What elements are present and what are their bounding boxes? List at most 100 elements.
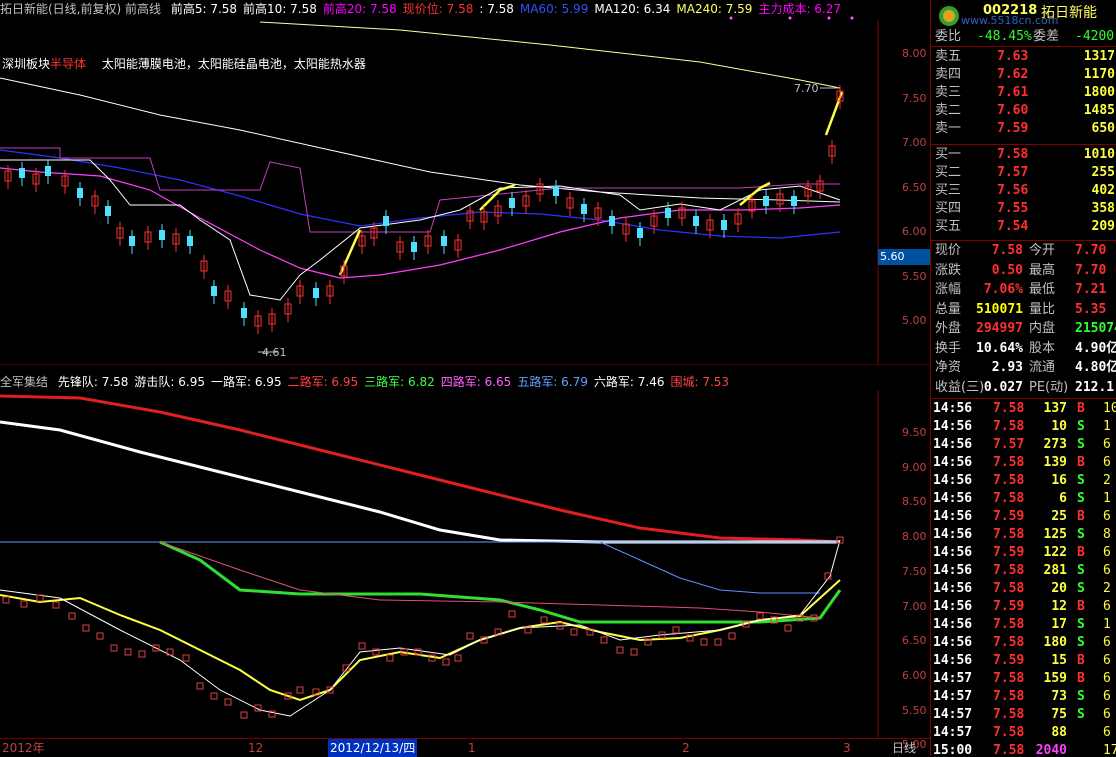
tick-count: 10: [1103, 401, 1116, 416]
tick-time: 14:56: [933, 509, 973, 524]
bid-price: 7.56: [997, 183, 1029, 198]
ask-price: 7.60: [997, 103, 1029, 118]
tick-row[interactable]: 14:56 7.58 137 B 10: [931, 400, 1116, 418]
tick-row[interactable]: 14:57 7.58 159 B 6: [931, 670, 1116, 688]
tick-count: 6: [1103, 653, 1111, 668]
tick-price: 7.58: [993, 671, 1025, 686]
tick-row[interactable]: 14:56 7.58 10 S 1: [931, 418, 1116, 436]
ask-label: 卖四: [935, 67, 962, 82]
quote-label: 换手: [935, 340, 962, 356]
tick-count: 6: [1103, 707, 1111, 722]
tick-volume: 273: [1043, 437, 1067, 452]
price-marker: [240, 711, 248, 719]
sub-chart-title: 全军集结: [0, 375, 49, 389]
tick-row[interactable]: 14:56 7.58 180 S 6: [931, 634, 1116, 652]
tick-time: 14:56: [933, 401, 973, 416]
quote-row: 收益(三) 0.027 PE(动) 212.1: [931, 379, 1116, 397]
candle-body: [313, 288, 319, 298]
army-value: 四路军: 6.65: [440, 375, 512, 389]
tick-volume: 75: [1051, 707, 1067, 722]
tick-row[interactable]: 14:56 7.57 273 S 6: [931, 436, 1116, 454]
quote-value: 510071: [976, 301, 1023, 317]
tick-side: B: [1077, 455, 1085, 470]
tick-volume: 20: [1051, 581, 1067, 596]
quote-value: 4.80亿: [1075, 360, 1116, 375]
quote-row: 总量 510071 量比 5.35: [931, 301, 1116, 319]
tick-count: 8: [1103, 527, 1111, 542]
tick-row[interactable]: 14:56 7.58 6 S 1: [931, 490, 1116, 508]
ask-row[interactable]: 卖四 7.62 1170: [931, 66, 1116, 84]
tick-volume: 16: [1051, 473, 1067, 488]
tick-price: 7.58: [993, 563, 1025, 578]
blue-thin-line: [599, 541, 820, 594]
tick-time: 14:57: [933, 671, 973, 686]
bid-volume: 358: [1091, 201, 1115, 216]
main-price-chart[interactable]: 7.70 4.61: [0, 0, 930, 365]
quote-row: 净资 2.93 流通 4.80亿: [931, 359, 1116, 377]
ask-volume: 1485: [1083, 103, 1115, 118]
bid-row[interactable]: 买五 7.54 209: [931, 218, 1116, 236]
bid-row[interactable]: 买三 7.56 402: [931, 182, 1116, 200]
candle-body: [637, 228, 643, 238]
tick-row[interactable]: 14:56 7.59 15 B 6: [931, 652, 1116, 670]
tick-price: 7.59: [993, 599, 1025, 614]
tick-volume: 12: [1051, 599, 1067, 614]
price-tick: 8.00: [902, 47, 927, 60]
tick-count: 6: [1103, 635, 1111, 650]
bid-row[interactable]: 买二 7.57 255: [931, 164, 1116, 182]
tick-row[interactable]: 14:57 7.58 73 S 6: [931, 688, 1116, 706]
tick-time: 14:56: [933, 635, 973, 650]
tick-count: 6: [1103, 455, 1111, 470]
chart-area[interactable]: 拓日新能(日线,前复权) 前高线 前高5: 7.58 前高10: 7.58 前高20…: [0, 0, 932, 757]
quote-value: 212.1: [1075, 379, 1115, 395]
ask-label: 卖一: [935, 121, 962, 136]
tick-volume: 17: [1051, 617, 1067, 632]
green-line: [159, 540, 842, 624]
sub-indicator-values: 先锋队: 7.58 游击队: 6.95 一路军: 6.95 二路军: 6.95 三路军:…: [52, 375, 729, 389]
period-button[interactable]: 日线: [892, 739, 916, 757]
tick-row[interactable]: 14:56 7.58 20 S 2: [931, 580, 1116, 598]
tick-price: 7.58: [993, 419, 1025, 434]
tick-side: S: [1077, 563, 1085, 578]
tick-row[interactable]: 14:56 7.58 17 S 1: [931, 616, 1116, 634]
ask-volume: 650: [1091, 121, 1115, 136]
army-indicator-chart[interactable]: [0, 390, 930, 738]
tick-row[interactable]: 14:56 7.58 281 S 6: [931, 562, 1116, 580]
tick-row[interactable]: 14:56 7.58 139 B 6: [931, 454, 1116, 472]
quote-value: 2.93: [991, 360, 1023, 375]
tick-row[interactable]: 15:00 7.58 2040 17: [931, 742, 1116, 756]
tick-time: 14:56: [933, 653, 973, 668]
tick-volume: 6: [1059, 491, 1067, 506]
tick-row[interactable]: 14:57 7.58 88 6: [931, 724, 1116, 742]
tick-row[interactable]: 14:56 7.59 25 B 6: [931, 508, 1116, 526]
quote-value: 215074: [1075, 321, 1116, 336]
ask-row[interactable]: 卖一 7.59 650: [931, 120, 1116, 138]
ask-label: 卖五: [935, 49, 962, 64]
x-label-year: 2012年: [2, 741, 45, 755]
quote-value: 7.70: [1075, 243, 1107, 258]
price-marker: [210, 692, 218, 700]
bid-row[interactable]: 买四 7.55 358: [931, 200, 1116, 218]
ask-label: 卖三: [935, 85, 962, 100]
price-marker: [2, 596, 10, 604]
diff-value: -4200: [1075, 29, 1115, 44]
tick-side: S: [1077, 707, 1085, 722]
tick-row[interactable]: 14:56 7.58 125 S 8: [931, 526, 1116, 544]
price-tick: 5.50: [902, 269, 927, 283]
indicator-tick: 7.00: [902, 599, 927, 613]
quote-label: 收益(三): [935, 379, 985, 395]
ask-row[interactable]: 卖二 7.60 1485: [931, 102, 1116, 120]
candle-body: [441, 236, 447, 246]
ask-row[interactable]: 卖五 7.63 1317: [931, 48, 1116, 66]
tick-volume: 125: [1043, 527, 1067, 542]
ask-row[interactable]: 卖三 7.61 1800: [931, 84, 1116, 102]
tick-volume: 15: [1051, 653, 1067, 668]
tick-row[interactable]: 14:57 7.58 75 S 6: [931, 706, 1116, 724]
quote-label: 现价: [935, 243, 962, 258]
tick-side: S: [1077, 437, 1085, 452]
bid-row[interactable]: 买一 7.58 1010: [931, 146, 1116, 164]
tick-row[interactable]: 14:56 7.59 12 B 6: [931, 598, 1116, 616]
tick-row[interactable]: 14:56 7.59 122 B 6: [931, 544, 1116, 562]
tick-time: 14:56: [933, 437, 973, 452]
tick-row[interactable]: 14:56 7.58 16 S 2: [931, 472, 1116, 490]
